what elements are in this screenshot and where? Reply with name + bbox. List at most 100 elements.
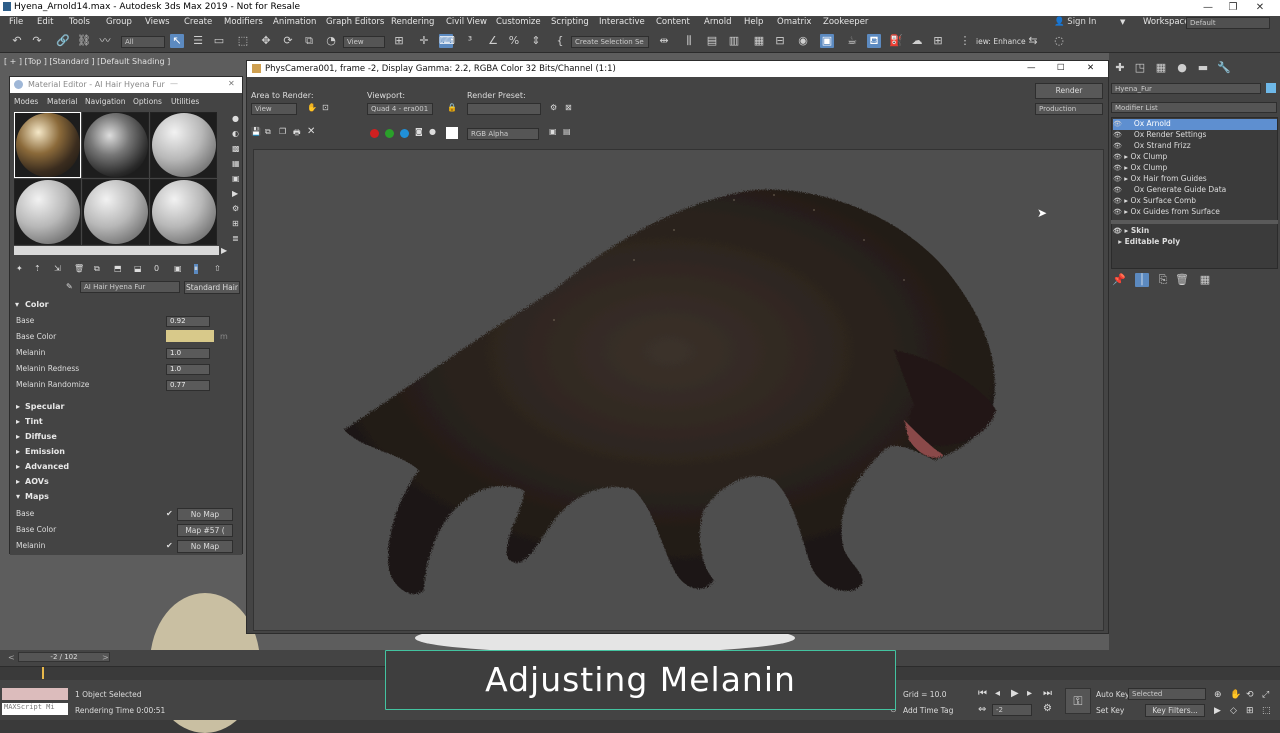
prev-frame-icon[interactable]: < bbox=[8, 653, 15, 662]
sample-slot[interactable] bbox=[82, 112, 149, 178]
rotate-icon[interactable]: ⟳ bbox=[281, 34, 295, 48]
show-end-result-icon[interactable]: ⏸ bbox=[194, 264, 198, 274]
show-shaded-icon[interactable]: ▣ bbox=[174, 264, 182, 273]
eye-icon[interactable]: 👁 bbox=[1113, 142, 1122, 150]
key-selection-dropdown[interactable]: Selected bbox=[1128, 688, 1206, 700]
unlink-icon[interactable]: ⛓ bbox=[77, 34, 91, 48]
menu-views[interactable]: Views bbox=[145, 17, 170, 27]
save-image-icon[interactable]: 💾 bbox=[251, 127, 261, 136]
menu-civil-view[interactable]: Civil View bbox=[446, 17, 487, 27]
render-canvas[interactable] bbox=[253, 149, 1104, 631]
close-icon[interactable]: ✕ bbox=[228, 79, 235, 88]
slots-scrollbar[interactable] bbox=[14, 246, 219, 255]
make-unique-icon[interactable]: ⎘ bbox=[1156, 273, 1170, 287]
modifier-item[interactable]: 👁 Ox Strand Frizz bbox=[1113, 141, 1277, 152]
base-spinner[interactable]: 0.92 bbox=[166, 316, 210, 327]
material-id-icon[interactable]: 0 bbox=[154, 264, 159, 273]
melanin-randomize-spinner[interactable]: 0.77 bbox=[166, 380, 210, 391]
go-to-end-icon[interactable]: ⏭ bbox=[1043, 688, 1052, 699]
expand-icon[interactable]: ▸ bbox=[1124, 196, 1128, 205]
auto-region-icon[interactable]: ⊡ bbox=[322, 103, 329, 112]
edit-region-icon[interactable]: ✋ bbox=[307, 103, 317, 112]
clear-image-icon[interactable]: ✕ bbox=[307, 126, 315, 137]
reference-coordinate-dropdown[interactable]: View bbox=[343, 36, 385, 48]
menu-scripting[interactable]: Scripting bbox=[551, 17, 589, 27]
monochrome-icon[interactable]: ● bbox=[429, 127, 436, 136]
next-frame-icon[interactable]: > bbox=[102, 653, 109, 662]
eye-icon[interactable]: 👁 bbox=[1113, 208, 1122, 216]
lock-icon[interactable]: 🔒 bbox=[447, 103, 457, 112]
eye-icon[interactable]: 👁 bbox=[1113, 153, 1122, 161]
window-crossing-icon[interactable]: ⬚ bbox=[236, 34, 250, 48]
create-tab-icon[interactable]: ✚ bbox=[1113, 61, 1127, 75]
auto-key-button[interactable]: Auto Key bbox=[1096, 690, 1129, 699]
modifier-base-item[interactable]: ▸ Editable Poly bbox=[1113, 237, 1277, 248]
expand-icon[interactable]: ▸ bbox=[16, 462, 20, 471]
next-key-icon[interactable]: ▸ bbox=[1027, 688, 1032, 699]
material-navigator-icon[interactable]: ≣ bbox=[232, 234, 239, 243]
selection-filter-dropdown[interactable]: All bbox=[121, 36, 165, 48]
select-manipulate-icon[interactable]: ✛ bbox=[417, 34, 431, 48]
eyedropper-icon[interactable]: ✎ bbox=[66, 282, 73, 291]
menu-create[interactable]: Create bbox=[184, 17, 212, 27]
expand-icon[interactable]: ▸ bbox=[16, 447, 20, 456]
eye-icon[interactable]: 👁 bbox=[1113, 197, 1122, 205]
modifier-list-dropdown[interactable]: Modifier List bbox=[1111, 102, 1277, 113]
redo-icon[interactable]: ↷ bbox=[30, 34, 44, 48]
edit-named-selection-icon[interactable]: { bbox=[553, 34, 567, 48]
put-to-library-icon[interactable]: ⬓ bbox=[134, 264, 142, 273]
motion-tab-icon[interactable]: ● bbox=[1175, 61, 1189, 75]
hierarchy-tab-icon[interactable]: ▦ bbox=[1154, 61, 1168, 75]
section-tint[interactable]: Tint bbox=[25, 417, 43, 426]
isolate-icon[interactable]: ◌ bbox=[1052, 34, 1066, 48]
remove-modifier-icon[interactable]: 🗑 bbox=[1175, 273, 1189, 287]
map-slot-button[interactable]: No Map bbox=[177, 540, 233, 553]
collapse-icon[interactable]: ▾ bbox=[15, 300, 19, 309]
curve-editor-icon[interactable]: ▦ bbox=[752, 34, 766, 48]
expand-icon[interactable]: ▸ bbox=[1124, 207, 1128, 216]
menu-zookeeper[interactable]: Zookeeper bbox=[823, 17, 868, 27]
walkthrough-icon[interactable]: ▶ bbox=[1214, 706, 1221, 716]
assign-to-selection-icon[interactable]: ⇲ bbox=[54, 264, 61, 273]
scale-icon[interactable]: ⧉ bbox=[302, 34, 316, 48]
render-button[interactable]: Render bbox=[1035, 83, 1103, 99]
area-to-render-dropdown[interactable]: View bbox=[251, 103, 297, 115]
maximize-icon[interactable]: ☐ bbox=[1057, 63, 1065, 73]
menu-rendering[interactable]: Rendering bbox=[391, 17, 434, 27]
select-object-icon[interactable]: ↖ bbox=[170, 34, 184, 48]
ribbon-icon[interactable]: ▥ bbox=[727, 34, 741, 48]
render-iterative-icon[interactable]: ⛽ bbox=[889, 34, 903, 48]
map-slot-button[interactable]: No Map bbox=[177, 508, 233, 521]
rendered-frame-window-icon[interactable]: ☕ bbox=[845, 34, 859, 48]
eye-icon[interactable]: 👁 bbox=[1113, 120, 1122, 128]
pin-stack-icon[interactable]: 📌 bbox=[1112, 273, 1126, 287]
modifier-item[interactable]: 👁 ▸ Ox Surface Comb bbox=[1113, 196, 1277, 207]
close-icon[interactable]: ✕ bbox=[1240, 0, 1280, 16]
orbit-icon[interactable]: ⟲ bbox=[1246, 690, 1254, 700]
schematic-view-icon[interactable]: ⊟ bbox=[773, 34, 787, 48]
clone-window-icon[interactable]: ❐ bbox=[279, 127, 286, 136]
go-to-parent-icon[interactable]: ⇧ bbox=[214, 264, 221, 273]
expand-icon[interactable]: ▸ bbox=[16, 432, 20, 441]
viewport-layouts-icon[interactable]: ⋮ bbox=[958, 34, 972, 48]
time-slider[interactable]: -2 / 102 bbox=[18, 652, 110, 662]
modifier-item[interactable]: 👁 ▸ Ox Hair from Guides bbox=[1113, 174, 1277, 185]
video-color-icon[interactable]: ▣ bbox=[232, 174, 240, 183]
modifier-item[interactable]: 👁 ▸ Ox Clump bbox=[1113, 152, 1277, 163]
modifier-item[interactable]: 👁 Ox Arnold bbox=[1113, 119, 1277, 130]
menu-navigation[interactable]: Navigation bbox=[85, 97, 125, 106]
material-type-button[interactable]: Standard Hair bbox=[184, 281, 240, 294]
menu-modes[interactable]: Modes bbox=[14, 97, 38, 106]
modifier-item[interactable]: 👁 ▸ Ox Guides from Surface bbox=[1113, 207, 1277, 218]
layer-explorer-icon[interactable]: ▤ bbox=[705, 34, 719, 48]
undo-icon[interactable]: ↶ bbox=[10, 34, 24, 48]
viewport-label[interactable]: [ + ] [Top ] [Standard ] [Default Shadin… bbox=[4, 57, 170, 66]
uv-tiling-icon[interactable]: ▦ bbox=[232, 159, 240, 168]
put-to-scene-icon[interactable]: ⇡ bbox=[34, 264, 41, 273]
sample-type-icon[interactable]: ● bbox=[232, 114, 239, 123]
viewport-dropdown[interactable]: Quad 4 - era001 bbox=[367, 103, 433, 115]
checkmark-icon[interactable]: ✔ bbox=[166, 541, 173, 550]
link-icon[interactable]: 🔗 bbox=[56, 34, 70, 48]
maximize-viewport-icon[interactable]: ⤢ bbox=[1262, 690, 1269, 700]
modifier-item[interactable]: 👁 Ox Generate Guide Data bbox=[1113, 185, 1277, 196]
